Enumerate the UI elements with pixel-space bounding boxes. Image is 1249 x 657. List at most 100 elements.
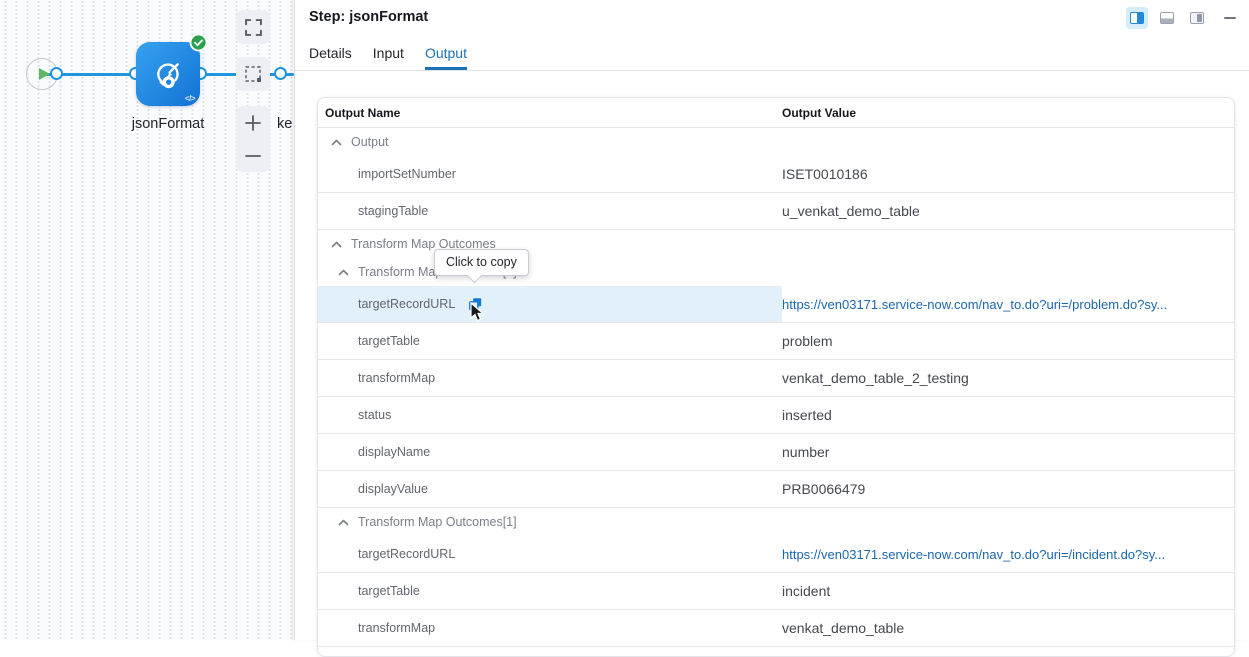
output-name: displayValue (358, 482, 428, 496)
minimize-icon (1224, 17, 1236, 20)
output-value-cell: venkat_demo_table (782, 610, 1234, 646)
output-value: u_venkat_demo_table (782, 203, 920, 219)
output-name-cell: transformMap (318, 360, 782, 396)
output-value-cell: problem (782, 323, 1234, 359)
play-icon (39, 68, 50, 80)
connector-port[interactable] (274, 67, 287, 80)
table-row: stagingTableu_venkat_demo_table (318, 193, 1234, 230)
panel-header: Step: jsonFormat Details Input Output (295, 0, 1249, 71)
output-name-cell: status (318, 397, 782, 433)
layout-panel-icon (1190, 12, 1204, 24)
output-value-link[interactable]: https://ven03171.service-now.com/nav_to.… (782, 297, 1167, 312)
table-row: importSetNumber ISET0010186 (318, 156, 1234, 193)
chevron-up-icon[interactable] (338, 519, 349, 526)
output-value-cell: PRB0066479 (782, 471, 1234, 507)
output-name: status (358, 408, 391, 422)
zoom-controls (236, 106, 270, 172)
output-name-cell: targetTable (318, 323, 782, 359)
output-name: targetRecordURL (358, 547, 455, 561)
output-name: transformMap (358, 371, 435, 385)
output-name: targetTable (358, 584, 420, 598)
partial-node-label: ke (277, 116, 292, 132)
output-value-cell: inserted (782, 397, 1234, 433)
output-name-cell: displayName (318, 434, 782, 470)
expand-icon (245, 19, 262, 36)
section-label: Output (351, 135, 389, 149)
tab-details[interactable]: Details (309, 45, 352, 70)
table-row: displayValue PRB0066479 (318, 471, 1234, 508)
table-header: Output Name Output Value (318, 98, 1234, 128)
output-value: incident (782, 583, 830, 599)
check-circle-icon (189, 33, 208, 52)
layout-split-right-button[interactable] (1126, 7, 1148, 29)
chevron-up-icon[interactable] (338, 269, 349, 276)
output-table-rows: Output importSetNumber ISET0010186 stagingT… (318, 128, 1234, 647)
output-value-cell: https://ven03171.service-now.com/nav_to.… (782, 286, 1234, 322)
fit-to-screen-button[interactable] (236, 10, 270, 44)
output-value-cell: number (782, 434, 1234, 470)
output-value: problem (782, 333, 833, 349)
output-name: transformMap (358, 621, 435, 635)
output-name-cell[interactable]: targetRecordURL (318, 286, 782, 322)
tab-bar: Details Input Output (309, 45, 467, 70)
step-detail-panel: Step: jsonFormat Details Input Output Ou… (294, 0, 1249, 640)
mouse-cursor (470, 302, 487, 324)
output-name-cell: transformMap (318, 610, 782, 646)
output-name: targetTable (358, 334, 420, 348)
output-value: PRB0066479 (782, 481, 865, 497)
table-row: targetRecordURL https://ven03171.service-… (318, 536, 1234, 573)
table-row: transformMap venkat_demo_table_2_testing (318, 360, 1234, 397)
output-value: inserted (782, 407, 832, 423)
code-icon: </> (185, 94, 195, 103)
output-value-cell: https://ven03171.service-now.com/nav_to.… (782, 536, 1234, 572)
output-name: importSetNumber (358, 167, 456, 181)
table-row: targetTable problem (318, 323, 1234, 360)
page-title: Step: jsonFormat (309, 9, 428, 25)
flow-node-jsonformat[interactable]: </> (136, 42, 200, 106)
output-value: ISET0010186 (782, 166, 868, 182)
table-row: targetTable incident (318, 573, 1234, 610)
zoom-in-button[interactable] (236, 106, 270, 139)
layout-right-icon (1130, 12, 1144, 24)
tab-output[interactable]: Output (425, 45, 467, 70)
output-value-cell: u_venkat_demo_table (782, 193, 1234, 229)
chevron-up-icon[interactable] (331, 241, 342, 248)
layout-bottom-icon (1160, 12, 1174, 24)
tab-input[interactable]: Input (373, 45, 404, 70)
layout-panel-button[interactable] (1186, 7, 1208, 29)
table-row: transformMap venkat_demo_table (318, 610, 1234, 647)
column-header-output-value: Output Value (782, 106, 1234, 120)
section-row[interactable]: Transform Map Outcomes[1] (318, 508, 1234, 536)
table-row: targetRecordURL https://ven03171.service-… (318, 286, 1234, 323)
minimize-button[interactable] (1216, 7, 1238, 29)
connector-port[interactable] (50, 67, 63, 80)
output-table: Output Name Output Value Output importSet… (317, 97, 1235, 657)
section-row[interactable]: Output (318, 128, 1234, 156)
node-label: jsonFormat (104, 116, 232, 132)
table-row: displayName number (318, 434, 1234, 471)
output-name: displayName (358, 445, 430, 459)
table-row: status inserted (318, 397, 1234, 434)
json-transform-icon (149, 55, 187, 93)
marquee-select-button[interactable] (236, 57, 270, 91)
output-value-cell: incident (782, 573, 1234, 609)
window-controls (1126, 7, 1238, 29)
output-name-cell: displayValue (318, 471, 782, 507)
output-value: number (782, 444, 829, 460)
output-name-cell: targetRecordURL (318, 536, 782, 572)
output-name: targetRecordURL (358, 297, 455, 311)
minus-icon (244, 147, 262, 165)
output-value: venkat_demo_table (782, 620, 904, 636)
output-value-cell: venkat_demo_table_2_testing (782, 360, 1234, 396)
output-name-cell: importSetNumber (318, 156, 782, 192)
layout-bottom-button[interactable] (1156, 7, 1178, 29)
output-value-cell: ISET0010186 (782, 156, 1234, 192)
output-value-link[interactable]: https://ven03171.service-now.com/nav_to.… (782, 547, 1165, 562)
plus-icon (244, 114, 262, 132)
output-name-cell: targetTable (318, 573, 782, 609)
column-header-output-name: Output Name (318, 106, 782, 120)
flow-canvas[interactable]: </> jsonFormat ke (0, 0, 294, 640)
tooltip: Click to copy (434, 249, 529, 276)
chevron-up-icon[interactable] (331, 139, 342, 146)
zoom-out-button[interactable] (236, 139, 270, 172)
